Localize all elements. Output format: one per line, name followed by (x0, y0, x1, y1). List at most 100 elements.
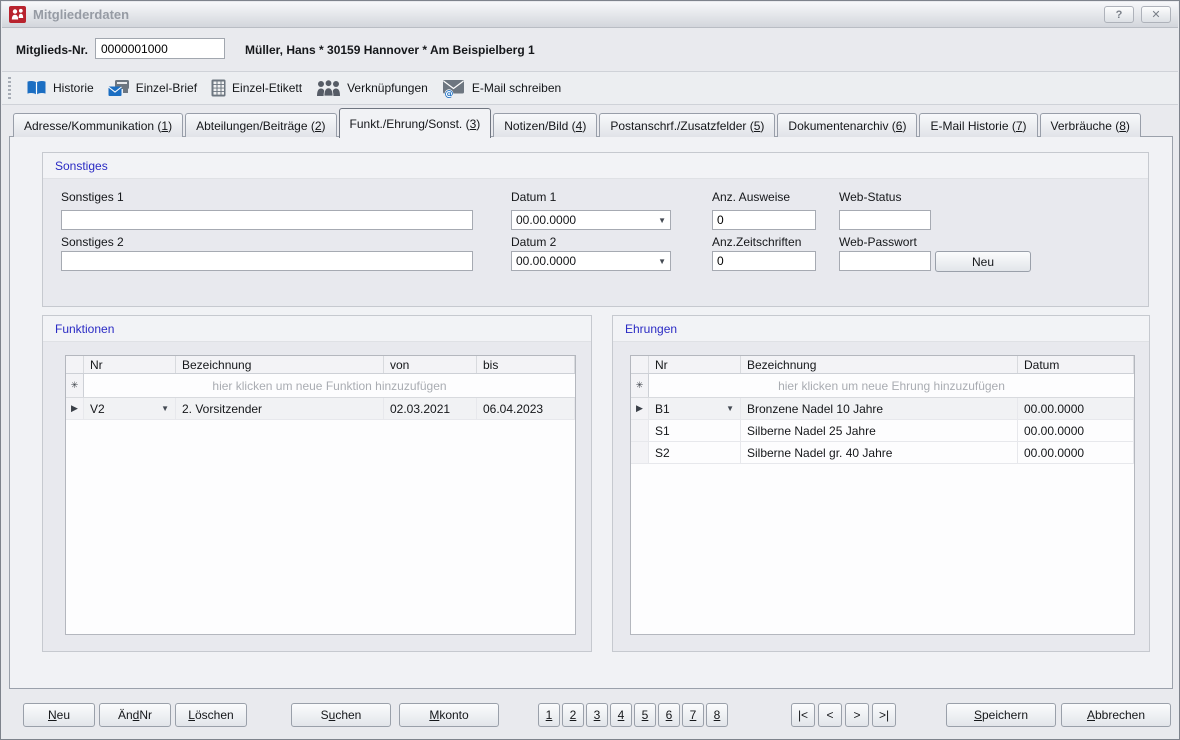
tab-adresse-kommunikation[interactable]: Adresse/Kommunikation (1) (13, 113, 183, 137)
help-button[interactable]: ? (1104, 6, 1134, 23)
datum1-combo[interactable]: 00.00.0000▼ (511, 210, 671, 230)
toolbar-item-label: Einzel-Brief (136, 81, 197, 95)
column-header-bezeichnung[interactable]: Bezeichnung (741, 356, 1018, 373)
ehrung-datum-cell: 00.00.0000 (1018, 442, 1134, 463)
tab-content-panel: Sonstiges Sonstiges 1 Sonstiges 2 Datum … (9, 136, 1173, 689)
ehrungen-header-row: Nr Bezeichnung Datum (631, 356, 1134, 374)
column-header-nr[interactable]: Nr (84, 356, 176, 373)
ehrung-nr-cell: S2 (649, 442, 741, 463)
neu-button[interactable]: Neu (23, 703, 95, 727)
webpasswort-input[interactable] (839, 251, 931, 271)
record-nav-buttons: |< < > >| (791, 703, 896, 727)
einzel-etikett-button[interactable]: Einzel-Etikett (204, 74, 309, 102)
new-row-hint: hier klicken um neue Ehrung hinzuzufügen (649, 374, 1134, 397)
tab-verbraeuche[interactable]: Verbräuche (8) (1040, 113, 1141, 137)
nav-prev-button[interactable]: < (818, 703, 842, 727)
einzel-brief-button[interactable]: Einzel-Brief (101, 74, 204, 102)
historie-button[interactable]: Historie (19, 74, 101, 102)
page-6-button[interactable]: 6 (658, 703, 680, 727)
email-at-icon: @ (442, 79, 466, 98)
nav-first-button[interactable]: |< (791, 703, 815, 727)
tab-email-historie[interactable]: E-Mail Historie (7) (919, 113, 1037, 137)
page-7-button[interactable]: 7 (682, 703, 704, 727)
funktionen-header-row: Nr Bezeichnung von bis (66, 356, 575, 374)
mkonto-button[interactable]: Mkonto (399, 703, 499, 727)
page-8-button[interactable]: 8 (706, 703, 728, 727)
abbrechen-button[interactable]: Abbrechen (1061, 703, 1171, 727)
funktion-nr-cell[interactable]: V2▼ (84, 398, 176, 419)
loeschen-button[interactable]: Löschen (175, 703, 247, 727)
ausweise-input[interactable] (712, 210, 816, 230)
ehrung-bezeichnung-cell: Silberne Nadel 25 Jahre (741, 420, 1018, 441)
sonstiges2-label: Sonstiges 2 (61, 235, 124, 249)
page-buttons: 1 2 3 4 5 6 7 8 (538, 703, 728, 727)
verknuepfungen-button[interactable]: Verknüpfungen (309, 74, 435, 102)
sonstiges2-input[interactable] (61, 251, 473, 271)
history-book-icon (26, 80, 47, 97)
ehrungen-row-s1[interactable]: S1 Silberne Nadel 25 Jahre 00.00.0000 (631, 420, 1134, 442)
current-row-icon: ▶ (631, 398, 649, 419)
email-schreiben-button[interactable]: @ E-Mail schreiben (435, 74, 568, 102)
row-selector-header (66, 356, 84, 373)
sonstiges1-input[interactable] (61, 210, 473, 230)
tab-strip: Adresse/Kommunikation (1) Abteilungen/Be… (13, 105, 1141, 137)
datum2-combo[interactable]: 00.00.0000▼ (511, 251, 671, 271)
speichern-button[interactable]: Speichern (946, 703, 1056, 727)
page-4-button[interactable]: 4 (610, 703, 632, 727)
current-row-icon: ▶ (66, 398, 84, 419)
column-header-bis[interactable]: bis (477, 356, 575, 373)
toolbar-item-label: Historie (53, 81, 94, 95)
ausweise-label: Anz. Ausweise (712, 190, 790, 204)
label-sheet-icon (211, 79, 226, 97)
member-no-input[interactable] (95, 38, 225, 59)
tab-funkt-ehrung-sonst[interactable]: Funkt./Ehrung/Sonst. (3) (339, 108, 492, 138)
page-1-button[interactable]: 1 (538, 703, 560, 727)
page-3-button[interactable]: 3 (586, 703, 608, 727)
column-header-nr[interactable]: Nr (649, 356, 741, 373)
new-row-hint: hier klicken um neue Funktion hinzuzufüg… (84, 374, 575, 397)
toolbar-item-label: E-Mail schreiben (472, 81, 561, 95)
close-button[interactable]: ✕ (1141, 6, 1171, 23)
ehrung-datum-cell: 00.00.0000 (1018, 420, 1134, 441)
funktion-von-cell: 02.03.2021 (384, 398, 477, 419)
ehrungen-row-b1[interactable]: ▶ B1▼ Bronzene Nadel 10 Jahre 00.00.0000 (631, 398, 1134, 420)
datum1-label: Datum 1 (511, 190, 556, 204)
funktionen-row-v2[interactable]: ▶ V2▼ 2. Vorsitzender 02.03.2021 06.04.2… (66, 398, 575, 420)
toolbar: Historie Einzel-Brief (2, 71, 1178, 105)
tab-notizen-bild[interactable]: Notizen/Bild (4) (493, 113, 597, 137)
zeitschriften-input[interactable] (712, 251, 816, 271)
ehrung-nr-cell[interactable]: B1▼ (649, 398, 741, 419)
page-2-button[interactable]: 2 (562, 703, 584, 727)
people-group-icon (316, 79, 341, 97)
tab-abteilungen-beitraege[interactable]: Abteilungen/Beiträge (2) (185, 113, 336, 137)
web-passwort-neu-button[interactable]: Neu (935, 251, 1031, 272)
funktionen-new-row[interactable]: ✳ hier klicken um neue Funktion hinzuzuf… (66, 374, 575, 398)
chevron-down-icon: ▼ (658, 257, 666, 266)
toolbar-drag-handle[interactable] (8, 77, 11, 99)
tab-dokumentenarchiv[interactable]: Dokumentenarchiv (6) (777, 113, 917, 137)
ehrungen-new-row[interactable]: ✳ hier klicken um neue Ehrung hinzuzufüg… (631, 374, 1134, 398)
funktionen-table: Nr Bezeichnung von bis ✳ hier klicken um… (65, 355, 576, 635)
ehrungen-row-s2[interactable]: S2 Silberne Nadel gr. 40 Jahre 00.00.000… (631, 442, 1134, 464)
ehrung-datum-cell: 00.00.0000 (1018, 398, 1134, 419)
member-summary: Müller, Hans * 30159 Hannover * Am Beisp… (245, 43, 535, 57)
column-header-von[interactable]: von (384, 356, 477, 373)
member-no-label: Mitglieds-Nr. (16, 43, 88, 57)
ehrung-bezeichnung-cell: Bronzene Nadel 10 Jahre (741, 398, 1018, 419)
tab-postanschrf-zusatzfelder[interactable]: Postanschrf./Zusatzfelder (5) (599, 113, 775, 137)
aendnr-button[interactable]: ÄndNr (99, 703, 171, 727)
webstatus-label: Web-Status (839, 190, 901, 204)
ehrungen-group: Ehrungen Nr Bezeichnung Datum ✳ hier kli… (612, 315, 1150, 652)
nav-last-button[interactable]: >| (872, 703, 896, 727)
funktion-bis-cell: 06.04.2023 (477, 398, 575, 419)
suchen-button[interactable]: Suchen (291, 703, 391, 727)
toolbar-item-label: Einzel-Etikett (232, 81, 302, 95)
column-header-datum[interactable]: Datum (1018, 356, 1134, 373)
webstatus-input[interactable] (839, 210, 931, 230)
row-selector-header (631, 356, 649, 373)
funktionen-group-title: Funktionen (43, 316, 591, 342)
chevron-down-icon: ▼ (726, 404, 734, 413)
column-header-bezeichnung[interactable]: Bezeichnung (176, 356, 384, 373)
page-5-button[interactable]: 5 (634, 703, 656, 727)
nav-next-button[interactable]: > (845, 703, 869, 727)
